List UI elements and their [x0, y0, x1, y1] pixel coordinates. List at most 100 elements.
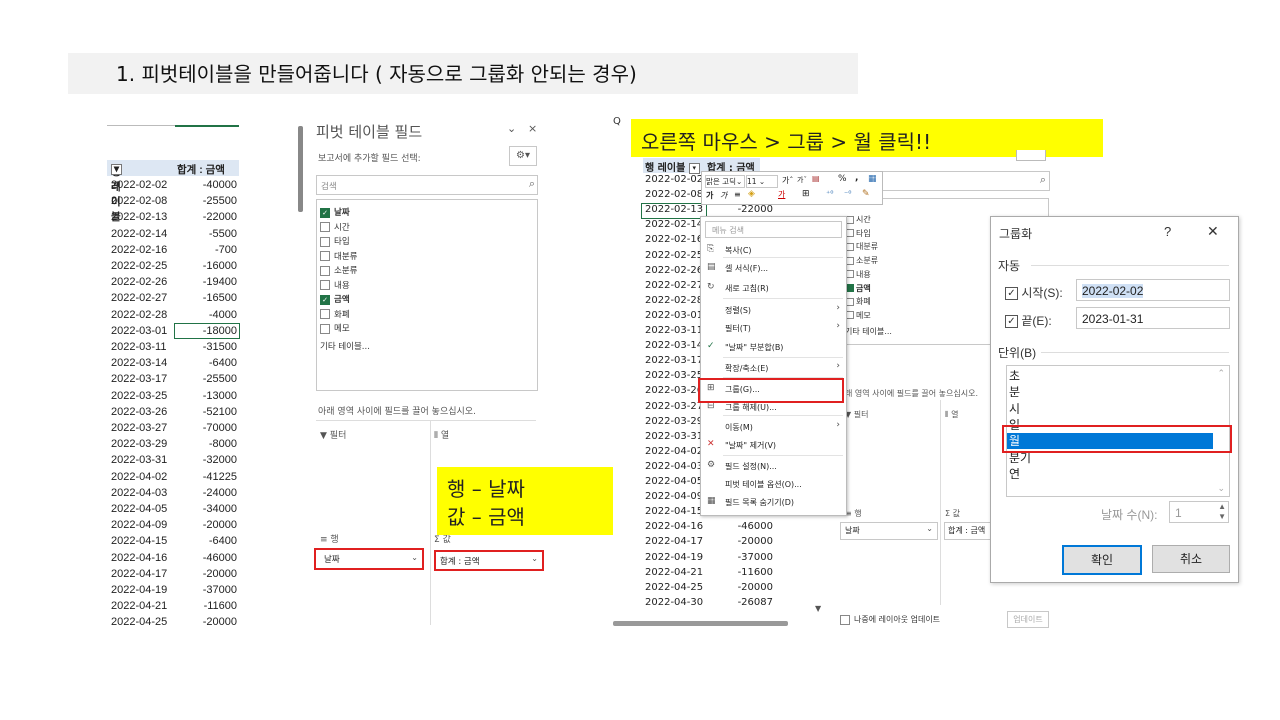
context-menu-item[interactable]: 필드 목록 숨기기(D) [725, 497, 794, 508]
table-row[interactable]: 2022-04-02 -41225 [111, 469, 239, 485]
context-menu-item[interactable]: 피벗 테이블 옵션(O)... [725, 479, 802, 490]
close-icon[interactable]: ✕ [1207, 223, 1219, 240]
filter-drop-area[interactable] [316, 440, 426, 520]
checkbox-icon[interactable] [846, 256, 854, 265]
context-menu-item[interactable]: "날짜" 제거(V) [725, 440, 776, 451]
start-date-input[interactable]: 2022-02-02 [1076, 279, 1230, 301]
decrease-font-icon[interactable]: 가ˇ [797, 175, 807, 185]
filter-dropdown-icon[interactable]: ▾ [111, 164, 122, 175]
field-item[interactable]: 메모 [846, 310, 871, 321]
scroll-down-icon[interactable]: ▼ [815, 604, 821, 613]
table-row[interactable]: 2022-04-09 -20000 [111, 517, 239, 533]
checkbox-icon[interactable] [846, 242, 854, 251]
context-menu-item[interactable]: "날짜" 부분합(B) [725, 342, 783, 353]
table-row[interactable]: 2022-04-30 -26087 [645, 596, 825, 611]
checkbox-icon[interactable] [846, 311, 854, 320]
table-row[interactable]: 2022-04-03 -24000 [111, 485, 239, 501]
checkbox-icon[interactable] [846, 229, 854, 238]
field-item[interactable]: 타입 [846, 228, 871, 239]
defer-update-checkbox[interactable]: 나중에 레이아웃 업데이트 [840, 614, 940, 625]
context-menu-item[interactable]: 그룹 해제(U)... [725, 402, 777, 413]
format-icon[interactable]: ▤ [812, 174, 820, 183]
table-row[interactable]: 2022-02-13 -22000 [111, 209, 239, 225]
help-icon[interactable]: ? [1164, 224, 1171, 239]
end-date-input[interactable]: 2023-01-31 [1076, 307, 1230, 329]
context-menu-item[interactable]: 정렬(S) [725, 305, 751, 316]
table-row[interactable]: 2022-03-25 -13000 [111, 388, 239, 404]
scrollbar-thumb[interactable] [298, 126, 303, 212]
values-field-chip[interactable]: 합계 : 금액 [944, 522, 991, 540]
selected-cell[interactable] [174, 322, 240, 339]
field-item[interactable]: ✓ 날짜 [320, 206, 350, 218]
comma-icon[interactable]: , [855, 173, 858, 183]
checkbox-icon[interactable]: ✓ [320, 294, 330, 305]
more-tables-link[interactable]: 기타 테이블... [320, 340, 370, 352]
checkbox-icon[interactable] [846, 215, 854, 224]
field-item[interactable]: ✓ 금액 [320, 293, 350, 305]
menu-search-input[interactable]: 메뉴 검색 [705, 221, 842, 238]
font-size-select[interactable]: 11 ⌄ [746, 175, 778, 188]
table-row[interactable]: 2022-02-26 -19400 [111, 274, 239, 290]
font-name-select[interactable]: 맑은 고딕⌄ [705, 175, 745, 188]
table-row[interactable]: 2022-04-16 -46000 [645, 520, 825, 535]
chevron-down-icon[interactable]: ⌄ [507, 122, 516, 135]
checkbox-icon[interactable] [320, 236, 330, 247]
field-item[interactable]: 금액 [846, 283, 871, 294]
checkbox-icon[interactable] [846, 297, 854, 306]
table-row[interactable]: 2022-04-17 -20000 [645, 535, 825, 550]
fill-color-icon[interactable]: ◈ [748, 189, 755, 199]
chevron-down-icon[interactable]: ⌄ [531, 554, 538, 563]
context-menu-item[interactable]: 새로 고침(R) [725, 283, 769, 294]
days-input[interactable]: 1 ▲ ▼ [1169, 501, 1229, 523]
checkbox-icon[interactable] [320, 265, 330, 276]
rows-field-chip[interactable]: 날짜 ⌄ [314, 548, 424, 570]
table-row[interactable]: 2022-04-17 -20000 [111, 566, 239, 582]
table-row[interactable]: 2022-04-21 -11600 [111, 598, 239, 614]
table-icon[interactable]: ▦ [868, 174, 877, 184]
checkbox-icon[interactable] [846, 270, 854, 279]
table-row[interactable]: 2022-04-19 -37000 [645, 551, 825, 566]
checkbox-icon[interactable]: ✓ [320, 207, 330, 218]
decrease-decimal-icon[interactable]: ⁻⁰ [844, 189, 851, 198]
table-row[interactable]: 2022-02-25 -16000 [111, 258, 239, 274]
checkbox-icon[interactable] [320, 309, 330, 319]
table-row[interactable]: 2022-03-27 -70000 [111, 420, 239, 436]
selected-cell[interactable] [641, 203, 707, 219]
values-field-chip[interactable]: 합계 : 금액 ⌄ [434, 550, 544, 571]
chevron-down-icon[interactable]: ⌄ [926, 524, 933, 533]
field-item[interactable]: 화폐 [320, 308, 350, 320]
increase-decimal-icon[interactable]: ⁺⁰ [826, 189, 833, 198]
checkbox-icon[interactable] [846, 284, 854, 292]
table-row[interactable]: 2022-02-28 -4000 [111, 307, 239, 323]
end-checkbox[interactable]: ✓ 끝(E): [1005, 312, 1052, 329]
close-icon[interactable]: × [528, 122, 537, 135]
format-painter-icon[interactable]: ✎ [862, 189, 870, 199]
field-item[interactable]: 내용 [846, 269, 871, 280]
ok-button[interactable]: 확인 [1062, 545, 1142, 575]
table-row[interactable]: 2022-02-14 -5500 [111, 226, 239, 242]
update-button[interactable]: 업데이트 [1007, 611, 1049, 628]
increase-font-icon[interactable]: 가ˆ [782, 175, 793, 186]
align-icon[interactable]: ≡ [734, 190, 741, 199]
field-item[interactable]: 내용 [320, 279, 350, 291]
table-row[interactable]: 2022-02-27 -16500 [111, 290, 239, 306]
border-icon[interactable]: ⊞ [802, 189, 810, 199]
checkbox-icon[interactable] [320, 251, 330, 261]
bold-icon[interactable]: 가 [706, 190, 713, 201]
table-row[interactable]: 2022-03-29 -8000 [111, 436, 239, 452]
field-item[interactable]: 소분류 [846, 255, 878, 266]
unit-option[interactable]: 분 [1007, 384, 1213, 400]
field-item[interactable]: 타입 [320, 235, 350, 247]
table-row[interactable]: 2022-02-08 -25500 [111, 193, 239, 209]
italic-icon[interactable]: 가 [720, 190, 727, 201]
checkbox-icon[interactable] [320, 280, 330, 290]
table-row[interactable]: 2022-03-26 -52100 [111, 404, 239, 420]
cancel-button[interactable]: 취소 [1152, 545, 1230, 573]
table-row[interactable]: 2022-04-15 -6400 [111, 533, 239, 549]
unit-option[interactable]: 연 [1007, 466, 1213, 482]
row-label-header[interactable]: 행 레이블 ▾ [645, 159, 700, 174]
scroll-down-icon[interactable]: ⌄ [1217, 483, 1225, 494]
field-item[interactable]: 소분류 [320, 264, 357, 276]
filter-dropdown-icon[interactable]: ▾ [688, 162, 700, 174]
unit-option[interactable]: 시 [1007, 401, 1213, 417]
